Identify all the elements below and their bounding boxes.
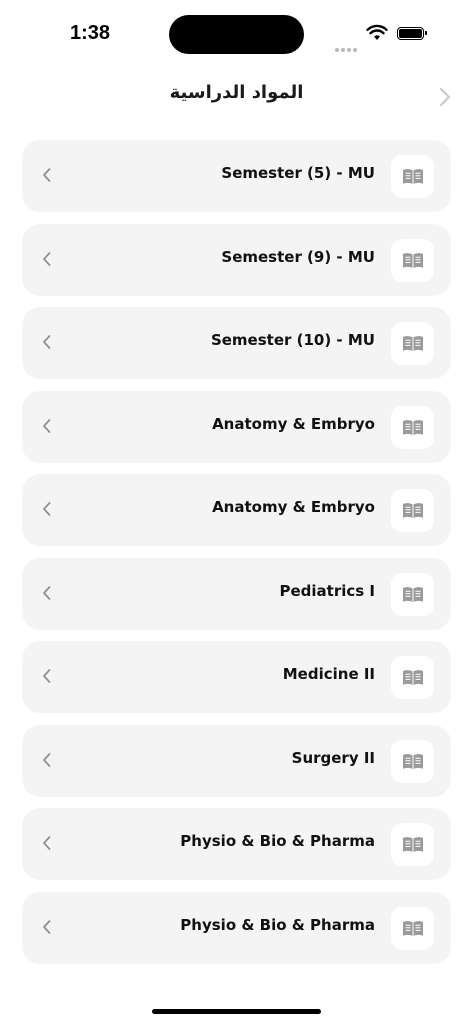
chevron-left-icon xyxy=(43,251,51,266)
chevron-left-icon xyxy=(43,168,51,182)
book-icon xyxy=(403,753,423,769)
navigation-bar: المواد الدراسية xyxy=(0,70,473,120)
course-title: Semester (10) - MU xyxy=(210,331,375,349)
course-item[interactable]: Pediatrics I xyxy=(22,557,451,630)
chevron-right-icon[interactable] xyxy=(438,86,452,108)
wifi-icon xyxy=(366,24,388,40)
course-title: Physio & Bio & Pharma xyxy=(180,832,375,850)
chevron-left-icon xyxy=(43,418,51,433)
book-icon xyxy=(403,837,423,852)
course-item[interactable]: Medicine II xyxy=(22,641,451,713)
book-icon-container xyxy=(391,572,434,616)
cellular-signal-icon xyxy=(335,37,359,56)
course-item[interactable]: Physio & Bio & Pharma xyxy=(22,891,451,964)
course-title: Semester (5) - MU xyxy=(221,164,375,182)
book-icon-container xyxy=(391,238,434,282)
chevron-left-icon xyxy=(43,585,51,600)
course-title: Surgery II xyxy=(291,748,375,767)
book-icon-container xyxy=(391,155,434,198)
course-title: Pediatrics I xyxy=(279,581,375,600)
course-title: Physio & Bio & Pharma xyxy=(180,915,375,934)
book-icon-container xyxy=(391,322,434,365)
course-item[interactable]: Surgery II xyxy=(22,724,451,797)
book-icon xyxy=(403,252,423,268)
book-icon-container xyxy=(391,823,434,866)
course-item[interactable]: Semester (5) - MU xyxy=(22,140,451,212)
chevron-left-icon xyxy=(43,752,51,767)
course-title: Anatomy & Embryo xyxy=(212,498,375,516)
book-icon xyxy=(403,419,423,435)
battery-icon xyxy=(397,27,427,40)
course-title: Anatomy & Embryo xyxy=(212,414,375,433)
book-icon xyxy=(403,336,423,351)
course-item[interactable]: Anatomy & Embryo xyxy=(22,390,451,463)
book-icon xyxy=(403,920,423,936)
book-icon-container xyxy=(391,906,434,950)
dynamic-island xyxy=(169,15,304,54)
chevron-left-icon xyxy=(43,836,51,850)
course-item[interactable]: Physio & Bio & Pharma xyxy=(22,808,451,880)
book-icon-container xyxy=(391,656,434,699)
chevron-left-icon xyxy=(43,502,51,516)
courses-list: Semester (5) - MU Semester (9) - MU Seme… xyxy=(22,140,451,975)
book-icon xyxy=(403,670,423,685)
course-item[interactable]: Semester (10) - MU xyxy=(22,307,451,379)
course-title: Medicine II xyxy=(282,665,375,683)
course-item[interactable]: Semester (9) - MU xyxy=(22,223,451,296)
book-icon xyxy=(403,503,423,518)
book-icon xyxy=(403,169,423,184)
status-bar: 1:38 xyxy=(0,0,473,66)
course-title: Semester (9) - MU xyxy=(221,247,375,266)
book-icon xyxy=(403,586,423,602)
chevron-left-icon xyxy=(43,669,51,683)
book-icon-container xyxy=(391,405,434,449)
chevron-left-icon xyxy=(43,335,51,349)
home-indicator[interactable] xyxy=(152,1009,321,1014)
chevron-left-icon xyxy=(43,919,51,934)
book-icon-container xyxy=(391,489,434,532)
course-item[interactable]: Anatomy & Embryo xyxy=(22,474,451,546)
status-time: 1:38 xyxy=(70,22,111,44)
book-icon-container xyxy=(391,739,434,783)
page-title: المواد الدراسية xyxy=(169,82,304,103)
